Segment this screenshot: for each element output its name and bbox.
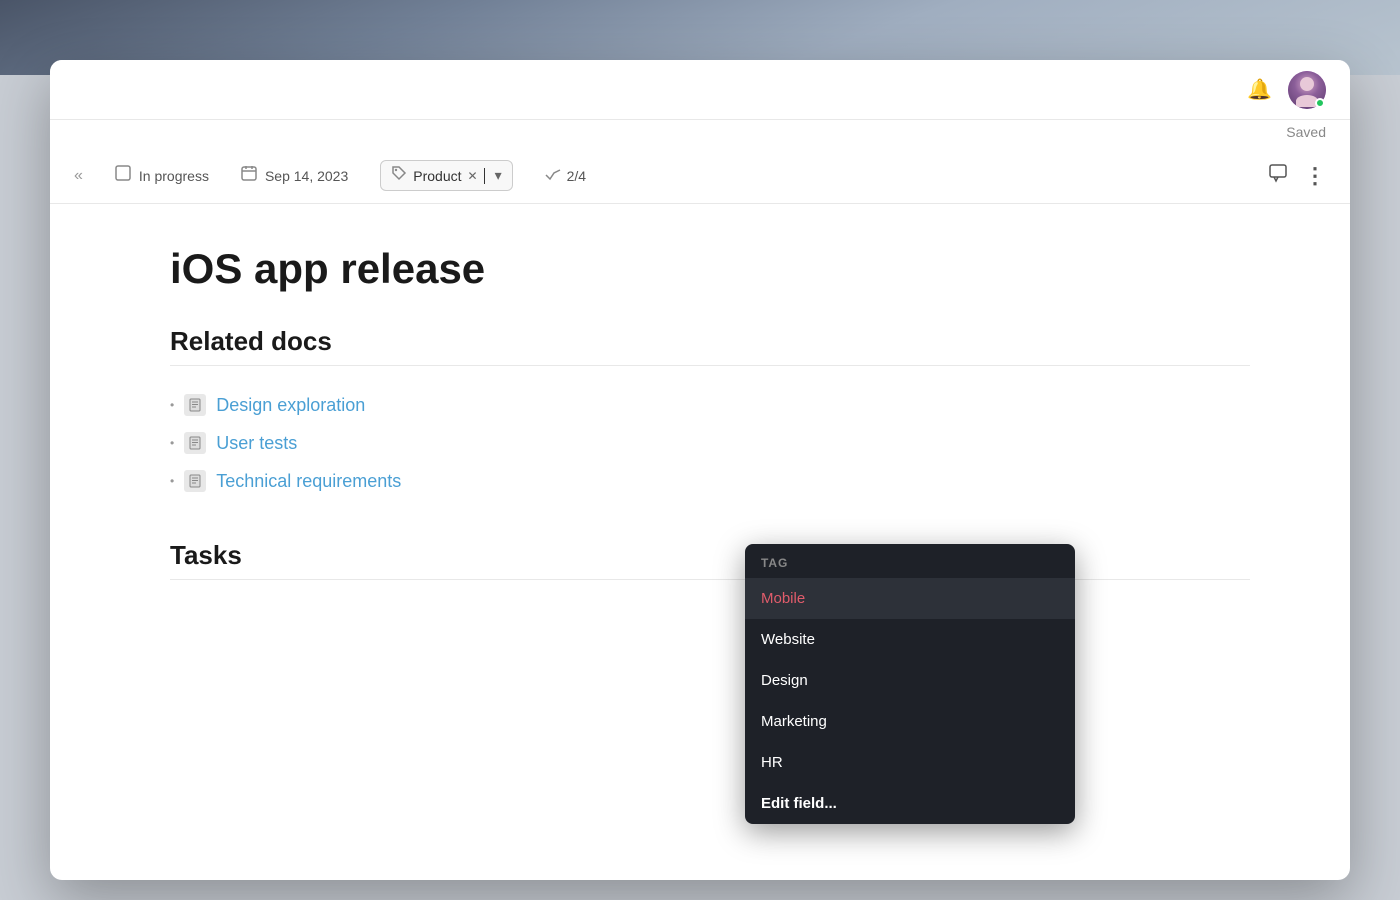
saved-status: Saved	[1286, 124, 1326, 140]
dropdown-item-design[interactable]: Design	[745, 660, 1075, 701]
bullet-dot: •	[170, 436, 174, 450]
list-item: • Design exploration	[170, 386, 1250, 424]
doc-link-technical-requirements[interactable]: Technical requirements	[216, 471, 401, 492]
more-options-icon[interactable]: ⋮	[1304, 163, 1326, 189]
saved-bar: Saved	[50, 120, 1350, 148]
status-field[interactable]: In progress	[115, 165, 209, 186]
tasks-section: Tasks	[170, 540, 1250, 580]
avatar-button[interactable]	[1288, 71, 1326, 109]
doc-icon	[184, 432, 206, 454]
doc-icon	[184, 394, 206, 416]
header-right: 🔔	[1247, 71, 1326, 109]
app-window: 🔔 Saved « In progre	[50, 60, 1350, 880]
bullet-dot: •	[170, 398, 174, 412]
tasks-heading: Tasks	[170, 540, 1250, 580]
dropdown-item-website[interactable]: Website	[745, 619, 1075, 660]
comment-icon[interactable]	[1268, 163, 1288, 188]
tag-input-cursor	[484, 168, 485, 184]
toolbar: « In progress	[50, 148, 1350, 204]
dropdown-header: TAG	[745, 544, 1075, 578]
doc-icon	[184, 470, 206, 492]
date-label: Sep 14, 2023	[265, 168, 348, 184]
toolbar-meta: In progress Sep 14, 2023	[115, 160, 1236, 191]
doc-link-design-exploration[interactable]: Design exploration	[216, 395, 365, 416]
bell-icon[interactable]: 🔔	[1247, 77, 1272, 102]
related-docs-heading: Related docs	[170, 326, 1250, 366]
tag-field[interactable]: Product ✕ ▾	[380, 160, 512, 191]
tag-chip-label: Product	[413, 168, 461, 184]
status-label: In progress	[139, 168, 209, 184]
tag-dropdown-overlay: TAG Mobile Website Design Marketing HR E…	[745, 544, 1075, 824]
doc-title: iOS app release	[170, 244, 1250, 294]
dropdown-item-mobile[interactable]: Mobile	[745, 578, 1075, 619]
dropdown-item-hr[interactable]: HR	[745, 742, 1075, 783]
progress-field[interactable]: 2/4	[545, 168, 586, 184]
doc-link-user-tests[interactable]: User tests	[216, 433, 297, 454]
toolbar-actions: ⋮	[1268, 163, 1326, 189]
collapse-button[interactable]: «	[74, 167, 83, 185]
list-item: • User tests	[170, 424, 1250, 462]
collapse-icon: «	[74, 167, 83, 185]
checkmark-icon	[545, 168, 561, 184]
calendar-icon	[241, 165, 257, 186]
bullet-dot: •	[170, 474, 174, 488]
date-field[interactable]: Sep 14, 2023	[241, 165, 348, 186]
status-icon	[115, 165, 131, 186]
progress-label: 2/4	[567, 168, 586, 184]
tag-chip-remove[interactable]: ✕	[468, 169, 478, 183]
header: 🔔	[50, 60, 1350, 120]
dropdown-item-marketing[interactable]: Marketing	[745, 701, 1075, 742]
dropdown-item-edit-field[interactable]: Edit field...	[745, 783, 1075, 824]
tag-chip-product: Product ✕	[413, 168, 477, 184]
list-item: • Technical requirements	[170, 462, 1250, 500]
online-status-dot	[1315, 98, 1325, 108]
tag-icon	[391, 165, 407, 186]
content-area: iOS app release Related docs • Design ex…	[50, 204, 1350, 880]
tag-chevron-icon: ▾	[495, 167, 502, 184]
tag-dropdown-menu: TAG Mobile Website Design Marketing HR E…	[745, 544, 1075, 824]
related-docs-list: • Design exploration •	[170, 386, 1250, 500]
